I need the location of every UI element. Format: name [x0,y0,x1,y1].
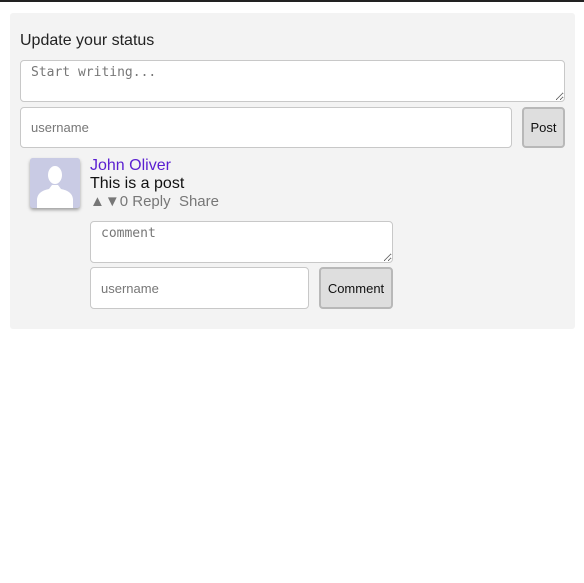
post-text: This is a post [90,175,185,192]
upvote-icon[interactable]: ▲ [90,193,105,210]
avatar [30,158,80,208]
status-panel: Update your status Post John Oliver This… [10,13,575,329]
vote-score: 0 [119,193,129,210]
status-heading: Update your status [20,32,155,49]
comment-button[interactable]: Comment [319,267,393,309]
status-text-input[interactable] [20,60,565,102]
comment-text-input[interactable] [90,221,393,263]
default-avatar-icon [30,158,80,208]
comment-username-input[interactable] [90,267,309,309]
top-border [0,0,584,2]
post-button[interactable]: Post [522,107,565,148]
status-username-input[interactable] [20,107,512,148]
post-actions: ▲▼0 Reply Share [90,193,219,211]
downvote-icon[interactable]: ▼ [105,193,120,210]
reply-link[interactable]: Reply [132,193,170,210]
share-link[interactable]: Share [179,193,219,210]
post-author-link[interactable]: John Oliver [90,157,171,175]
